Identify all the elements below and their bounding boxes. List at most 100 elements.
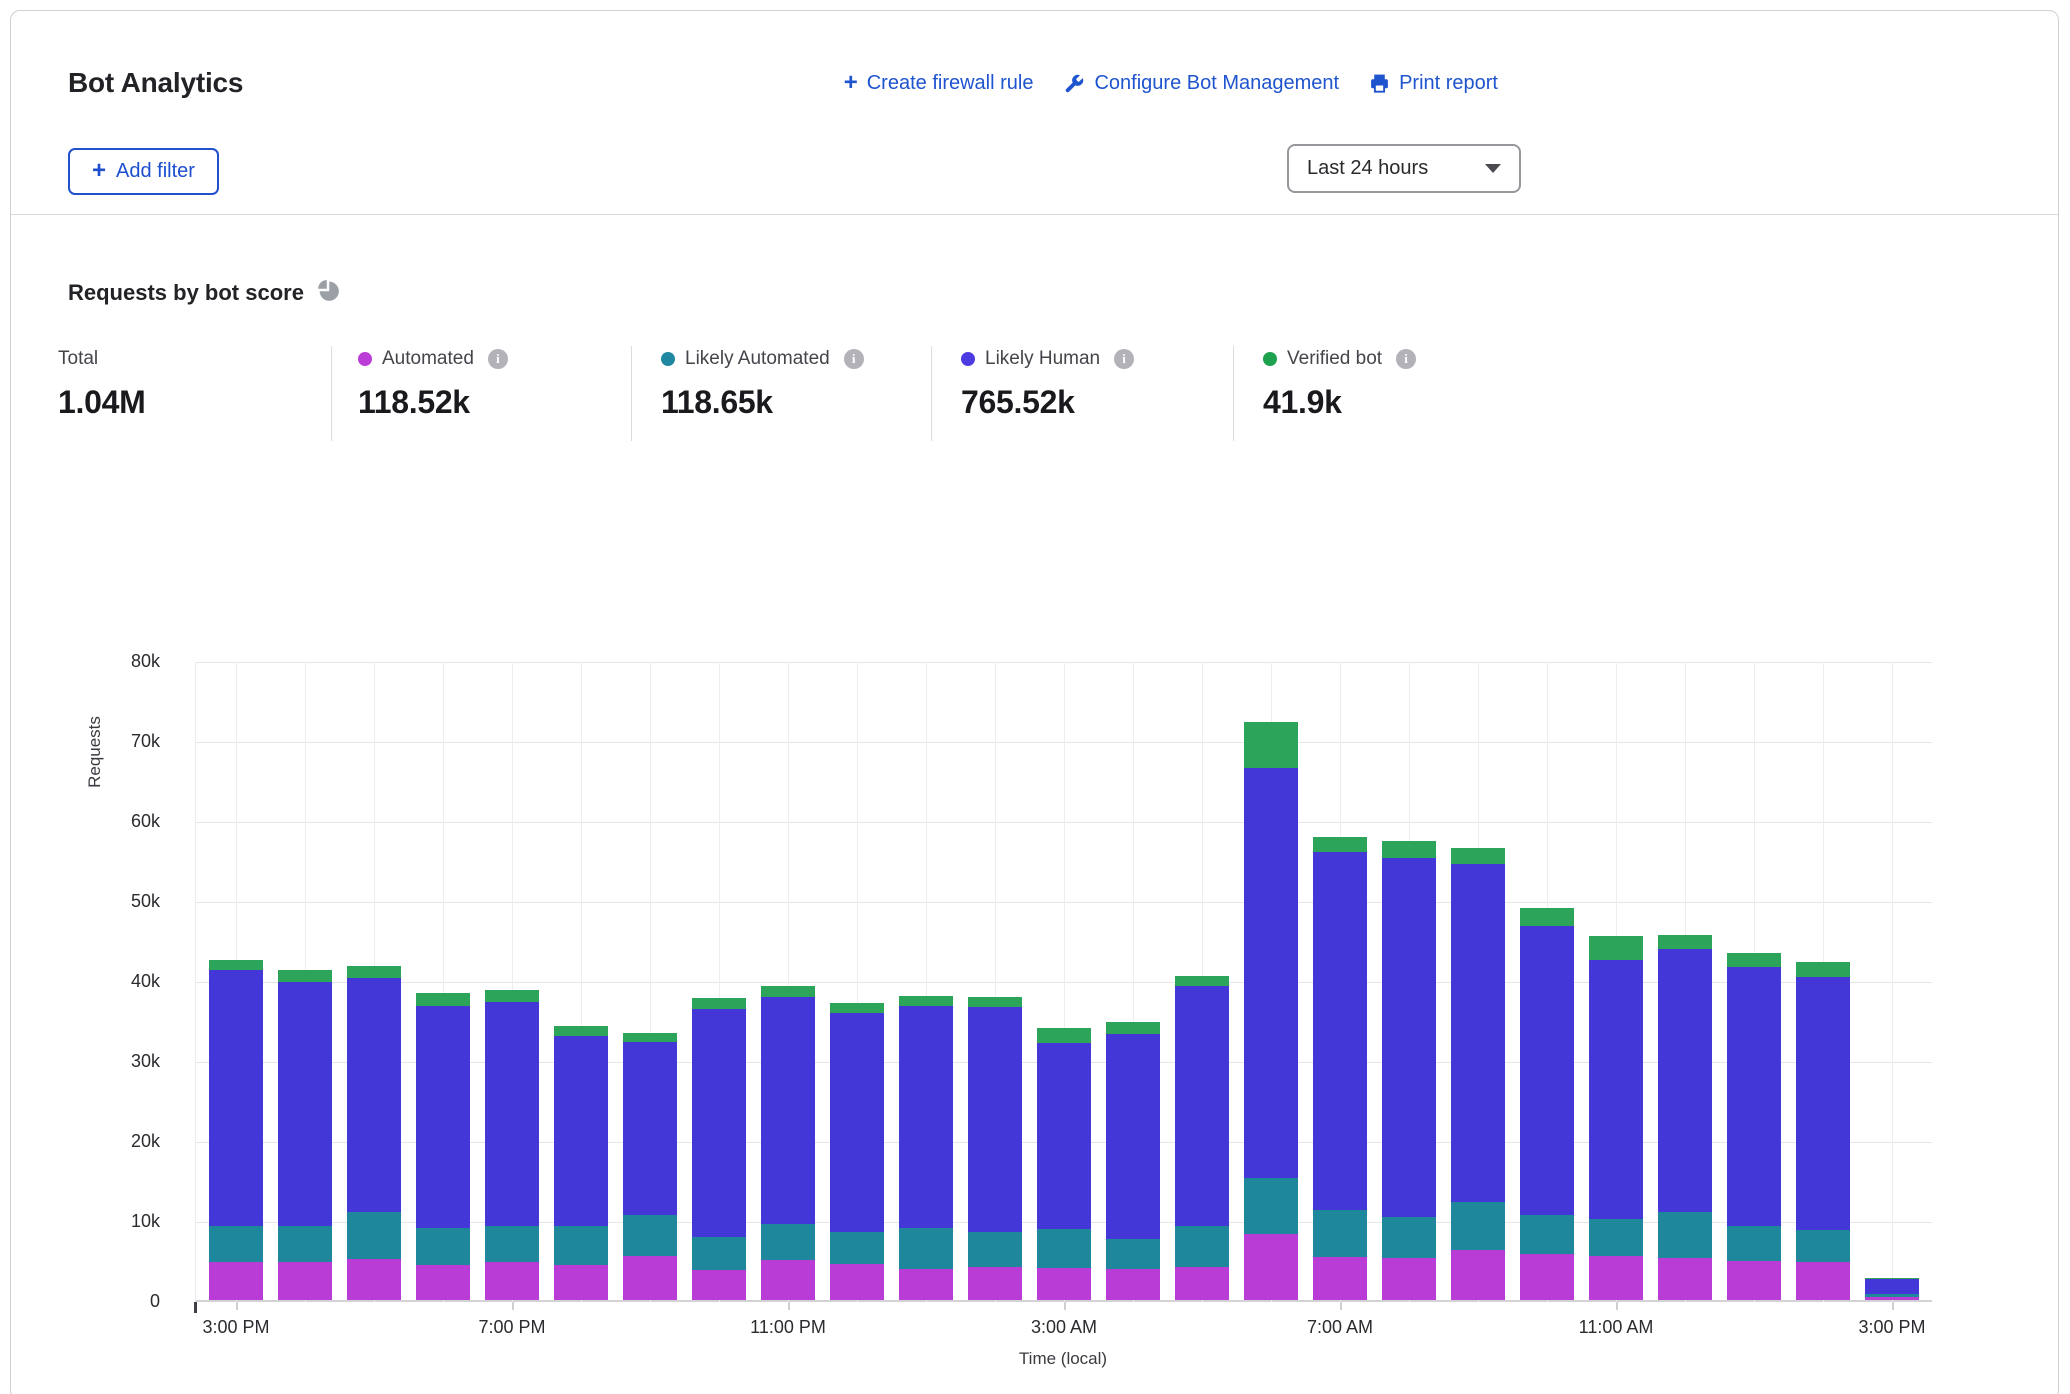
configure-bot-management-link[interactable]: Configure Bot Management <box>1063 72 1339 95</box>
info-icon[interactable] <box>844 349 864 369</box>
bar[interactable] <box>1796 660 1850 1300</box>
add-filter-button[interactable]: Add filter <box>68 148 219 195</box>
y-tick-label: 20k <box>60 1131 160 1152</box>
bar-segment <box>1382 1217 1436 1259</box>
bar[interactable] <box>1244 660 1298 1300</box>
bar[interactable] <box>1727 660 1781 1300</box>
bar-segment <box>968 1267 1022 1300</box>
bar[interactable] <box>554 660 608 1300</box>
stat-label: Likely Human <box>985 348 1100 370</box>
bar[interactable] <box>278 660 332 1300</box>
stat-value: 765.52k <box>961 384 1134 421</box>
legend-dot-verified-bot <box>1263 352 1277 366</box>
bar-segment <box>623 1215 677 1256</box>
y-tick-label: 70k <box>60 731 160 752</box>
bar[interactable] <box>416 660 470 1300</box>
stat-label: Automated <box>382 348 474 370</box>
bar-segment <box>899 996 953 1006</box>
bar-segment <box>968 1007 1022 1232</box>
bar-segment <box>347 978 401 1212</box>
bar[interactable] <box>761 660 815 1300</box>
bar-segment <box>1658 949 1712 1212</box>
bar-segment <box>1175 986 1229 1225</box>
x-tick-label: 3:00 PM <box>156 1317 316 1338</box>
bar-segment <box>1382 858 1436 1217</box>
bar-segment <box>209 1262 263 1300</box>
bar-segment <box>830 1013 884 1232</box>
y-axis-title: Requests <box>85 716 105 788</box>
bar[interactable] <box>830 660 884 1300</box>
bar[interactable] <box>1658 660 1712 1300</box>
bar-segment <box>416 993 470 1006</box>
stat-likely-automated: Likely Automated 118.65k <box>661 346 864 421</box>
stat-label: Verified bot <box>1287 348 1382 370</box>
bar[interactable] <box>209 660 263 1300</box>
bar-segment <box>761 1224 815 1260</box>
header-actions: Create firewall rule Configure Bot Manag… <box>844 71 1498 96</box>
plus-icon <box>844 71 858 96</box>
axis-origin-tick <box>194 1302 197 1313</box>
print-report-link[interactable]: Print report <box>1369 72 1498 95</box>
bar-segment <box>1520 1215 1574 1254</box>
x-tick-mark <box>236 1302 238 1310</box>
create-firewall-rule-label: Create firewall rule <box>867 72 1034 95</box>
bar[interactable] <box>1106 660 1160 1300</box>
bar[interactable] <box>1382 660 1436 1300</box>
bar[interactable] <box>899 660 953 1300</box>
bar[interactable] <box>485 660 539 1300</box>
info-icon[interactable] <box>488 349 508 369</box>
bar[interactable] <box>1589 660 1643 1300</box>
bar-segment <box>692 1270 746 1300</box>
x-tick-label: 11:00 AM <box>1536 1317 1696 1338</box>
bar-segment <box>830 1264 884 1300</box>
legend-dot-likely-human <box>961 352 975 366</box>
bar[interactable] <box>1451 660 1505 1300</box>
bar[interactable] <box>347 660 401 1300</box>
info-icon[interactable] <box>1114 349 1134 369</box>
bar[interactable] <box>968 660 1022 1300</box>
plus-icon <box>92 159 106 184</box>
bar-segment <box>1520 1254 1574 1300</box>
stat-divider <box>931 346 932 441</box>
time-range-select[interactable]: Last 24 hours <box>1287 144 1521 193</box>
x-tick-mark <box>1340 1302 1342 1310</box>
bar[interactable] <box>623 660 677 1300</box>
bar-segment <box>1865 1278 1919 1279</box>
stat-likely-human: Likely Human 765.52k <box>961 346 1134 421</box>
info-icon[interactable] <box>1396 349 1416 369</box>
bar-segment <box>899 1269 953 1300</box>
bar-segment <box>278 970 332 981</box>
bar-segment <box>830 1232 884 1264</box>
y-tick-label: 80k <box>60 651 160 672</box>
bar-segment <box>1037 1043 1091 1229</box>
bar-segment <box>416 1006 470 1228</box>
y-tick-label: 60k <box>60 811 160 832</box>
bar-segment <box>416 1265 470 1300</box>
bar-segment <box>1244 1234 1298 1300</box>
bar-segment <box>347 1259 401 1300</box>
bar-segment <box>1037 1028 1091 1043</box>
create-firewall-rule-link[interactable]: Create firewall rule <box>844 71 1034 96</box>
bar-segment <box>1451 1202 1505 1250</box>
y-tick-label: 10k <box>60 1211 160 1232</box>
bar-segment <box>1796 977 1850 1230</box>
stat-value: 118.65k <box>661 384 864 421</box>
bar-segment <box>968 1232 1022 1267</box>
bar-segment <box>1106 1022 1160 1033</box>
bar-segment <box>209 1226 263 1262</box>
stat-value: 41.9k <box>1263 384 1416 421</box>
bar-segment <box>1451 1250 1505 1300</box>
bar[interactable] <box>692 660 746 1300</box>
bar[interactable] <box>1520 660 1574 1300</box>
bar[interactable] <box>1865 660 1919 1300</box>
bar-segment <box>485 1262 539 1300</box>
bar[interactable] <box>1037 660 1091 1300</box>
bar[interactable] <box>1313 660 1367 1300</box>
bar-segment <box>1727 1261 1781 1300</box>
bar[interactable] <box>1175 660 1229 1300</box>
bar-segment <box>1796 1262 1850 1300</box>
bar-segment <box>899 1006 953 1228</box>
bar-segment <box>1313 1257 1367 1300</box>
bar-segment <box>1382 1258 1436 1300</box>
bar-segment <box>554 1036 608 1226</box>
